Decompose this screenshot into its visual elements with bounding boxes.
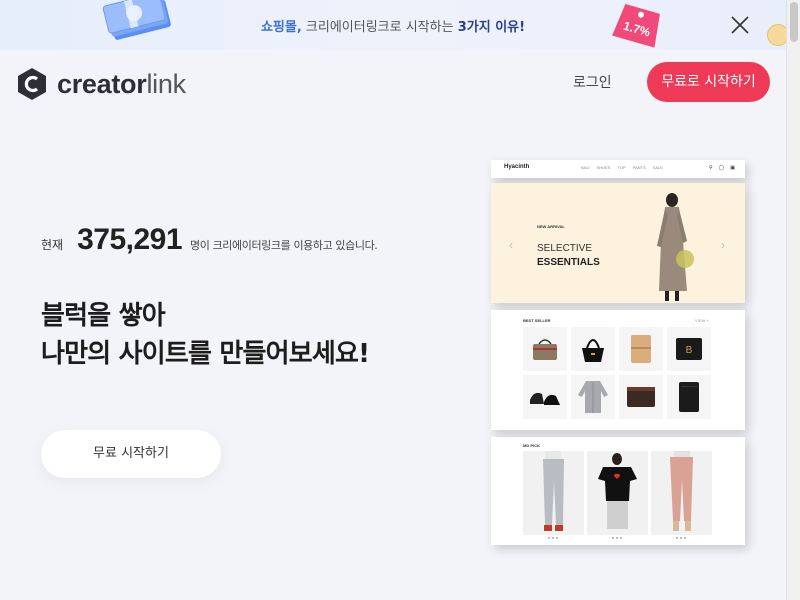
user-count: 375,291 [77, 223, 183, 256]
carousel-dots [612, 537, 622, 539]
mockup-menu: BAG SHOES TOP PANTS SALE [581, 165, 663, 170]
scrollbar-thumb[interactable] [790, 2, 798, 42]
hero-start-button[interactable]: 무료 시작하기 [41, 430, 221, 478]
mockup-hero-slide: ‹ NEW ARRIVAL SELECTIVE ESSENTIALS › [491, 183, 745, 303]
mockup-menu-item: TOP [617, 165, 626, 170]
search-icon: ⚲ [709, 165, 713, 171]
mockup-slide-line-1: SELECTIVE [537, 243, 593, 254]
best-seller-title: BEST SELLER [523, 318, 551, 323]
model-figure [657, 193, 694, 301]
mockup-menu-item: SALE [652, 165, 663, 170]
mockup-md-pick: MD PICK [491, 437, 745, 545]
md-pick-title: MD PICK [523, 443, 540, 448]
promo-banner[interactable]: 쇼핑몰, 크리에이터링크로 시작하는 3가지 이유! 1.7% [0, 0, 786, 50]
promo-text[interactable]: 쇼핑몰, 크리에이터링크로 시작하는 3가지 이유! [0, 16, 786, 35]
user-stats: 현재 375,291 명이 크리에이터링크를 이용하고 있습니다. [41, 223, 378, 257]
creatorlink-logo[interactable]: creatorlink [17, 67, 186, 101]
mockup-new-arrival: NEW ARRIVAL [537, 224, 565, 229]
product-pouch [619, 375, 663, 419]
headline-line-2: 나만의 사이트를 만들어보세요! [41, 339, 370, 369]
chevron-left-icon: ‹ [509, 238, 513, 252]
product-cardigan [571, 375, 615, 419]
mockup-icons: ⚲ ◯ ▣ [709, 165, 735, 171]
promo-middle: 크리에이터링크로 시작하는 [301, 20, 458, 35]
headline-line-1: 블럭을 쌓아 [41, 301, 166, 331]
stats-suffix: 명이 크리에이터링크를 이용하고 있습니다. [190, 239, 378, 252]
svg-text:B: B [686, 345, 693, 356]
creatorlink-logo-icon [18, 68, 46, 100]
mockup-slide-line-2: ESSENTIALS [537, 257, 600, 268]
md-pick-tshirt [587, 451, 648, 535]
md-pick-pants [651, 451, 712, 535]
promo-emphasis: 3가지 이유! [457, 20, 526, 35]
chevron-right-icon: › [721, 238, 725, 252]
carousel-dots [676, 537, 686, 539]
hero-headline: 블럭을 쌓아 나만의 사이트를 만들어보세요! [41, 297, 370, 373]
mockup-menu-item: SHOES [596, 165, 611, 170]
cart-icon: ▣ [730, 165, 736, 171]
scrollbar[interactable] [786, 0, 800, 600]
carousel-dots [548, 537, 558, 539]
mockup-menu-item: PANTS [632, 165, 646, 170]
mockup-best-seller: BEST SELLER VIEW + B [491, 310, 745, 430]
mockup-navbar: Hyacinth BAG SHOES TOP PANTS SALE ⚲ ◯ ▣ [491, 160, 745, 178]
md-pick-jeans [523, 451, 584, 535]
user-icon: ◯ [718, 165, 725, 171]
mockup-menu-item: BAG [581, 165, 590, 170]
product-bag-beige [523, 327, 567, 371]
promo-highlight: 쇼핑몰, [260, 20, 302, 35]
price-tag-icon: 1.7% [605, 0, 670, 50]
mockup-brand: Hyacinth [504, 164, 530, 170]
start-free-button[interactable]: 무료로 시작하기 [647, 62, 770, 102]
best-seller-more: VIEW + [695, 318, 709, 323]
product-grid: B [523, 327, 711, 419]
product-card-case [667, 375, 711, 419]
logo-wordmark: creatorlink [57, 68, 186, 99]
product-wallet-black: B [667, 327, 711, 371]
close-icon[interactable] [728, 13, 752, 37]
stats-prefix: 현재 [41, 238, 64, 252]
product-bag-black [571, 327, 615, 371]
login-link[interactable]: 로그인 [573, 72, 612, 92]
product-shoes [523, 375, 567, 419]
product-wallet-tan [619, 327, 663, 371]
md-pick-grid [523, 451, 712, 535]
